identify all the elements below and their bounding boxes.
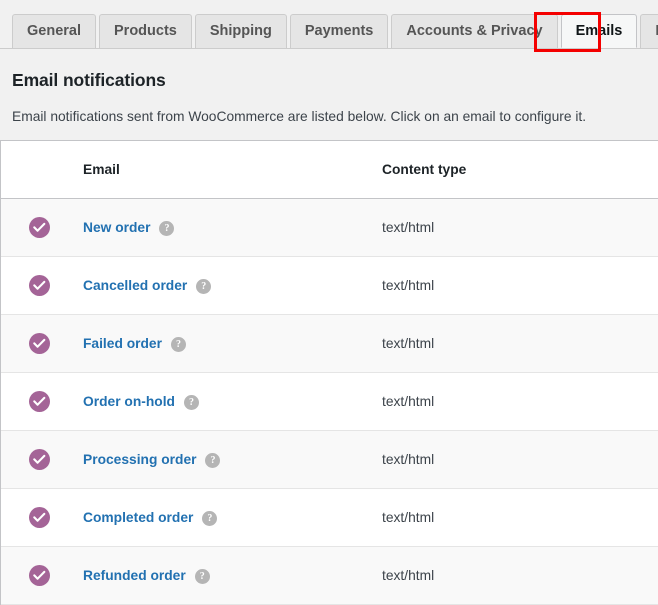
tab-payments[interactable]: Payments: [289, 14, 389, 48]
page-content: Email notifications Email notifications …: [0, 49, 658, 140]
help-icon[interactable]: ?: [170, 336, 186, 352]
check-circle-icon[interactable]: [29, 391, 50, 412]
tab-shipping[interactable]: Shipping: [194, 14, 287, 48]
email-name-cell: Order on-hold?: [73, 372, 370, 431]
column-header-email[interactable]: Email: [73, 141, 370, 199]
tab-accounts-privacy[interactable]: Accounts & Privacy: [391, 14, 558, 48]
content-type-cell: text/html: [370, 198, 658, 257]
email-name-cell: Failed order?: [73, 314, 370, 373]
help-icon[interactable]: ?: [194, 568, 210, 584]
help-icon[interactable]: ?: [202, 510, 218, 526]
email-link[interactable]: Processing order: [83, 452, 196, 467]
email-status-cell: [1, 256, 73, 315]
tab-products[interactable]: Products: [99, 14, 192, 48]
check-circle-icon[interactable]: [29, 275, 50, 296]
help-icon[interactable]: ?: [159, 220, 175, 236]
content-type-cell: text/html: [370, 314, 658, 373]
email-status-cell: [1, 198, 73, 257]
email-notifications-table: Email Content type New order? text/html Ca…: [1, 141, 658, 605]
email-link[interactable]: Completed order: [83, 510, 193, 525]
table-body: New order? text/html Cancelled order? text/…: [1, 198, 658, 605]
tab-emails[interactable]: Emails: [560, 14, 638, 48]
column-header-content-type[interactable]: Content type: [370, 141, 658, 199]
help-icon[interactable]: ?: [183, 394, 199, 410]
email-name-cell: New order?: [73, 198, 370, 257]
table-row[interactable]: Cancelled order? text/html: [1, 256, 658, 315]
email-status-cell: [1, 488, 73, 547]
content-type-cell: text/html: [370, 488, 658, 547]
table-row[interactable]: Processing order? text/html: [1, 430, 658, 489]
email-status-cell: [1, 430, 73, 489]
content-type-cell: text/html: [370, 256, 658, 315]
table-row[interactable]: New order? text/html: [1, 198, 658, 257]
tab-integr[interactable]: Integr: [640, 14, 658, 48]
page-description: Email notifications sent from WooCommerc…: [12, 109, 587, 124]
email-link[interactable]: New order: [83, 220, 150, 235]
email-notifications-table-container: Email Content type New order? text/html Ca…: [0, 140, 658, 605]
content-type-cell: text/html: [370, 372, 658, 431]
email-link[interactable]: Order on-hold: [83, 394, 175, 409]
email-name-cell: Completed order?: [73, 488, 370, 547]
table-row[interactable]: Order on-hold? text/html: [1, 372, 658, 431]
table-header-row: Email Content type: [1, 141, 658, 199]
email-status-cell: [1, 372, 73, 431]
email-name-cell: Processing order?: [73, 430, 370, 489]
help-icon[interactable]: ?: [205, 452, 221, 468]
table-row[interactable]: Completed order? text/html: [1, 488, 658, 547]
email-link[interactable]: Failed order: [83, 336, 162, 351]
check-circle-icon[interactable]: [29, 507, 50, 528]
content-type-cell: text/html: [370, 430, 658, 489]
check-circle-icon[interactable]: [29, 565, 50, 586]
table-row[interactable]: Failed order? text/html: [1, 314, 658, 373]
settings-tab-bar: General Products Shipping Payments Accounts …: [0, 0, 658, 52]
check-circle-icon[interactable]: [29, 333, 50, 354]
check-circle-icon[interactable]: [29, 217, 50, 238]
email-name-cell: Cancelled order?: [73, 256, 370, 315]
table-header: Email Content type: [1, 141, 658, 199]
tab-general[interactable]: General: [12, 14, 96, 48]
check-circle-icon[interactable]: [29, 449, 50, 470]
page-title: Email notifications: [12, 70, 166, 90]
email-link[interactable]: Refunded order: [83, 568, 186, 583]
help-icon[interactable]: ?: [196, 278, 212, 294]
email-link[interactable]: Cancelled order: [83, 278, 187, 293]
column-header-status[interactable]: [1, 141, 73, 199]
email-status-cell: [1, 314, 73, 373]
